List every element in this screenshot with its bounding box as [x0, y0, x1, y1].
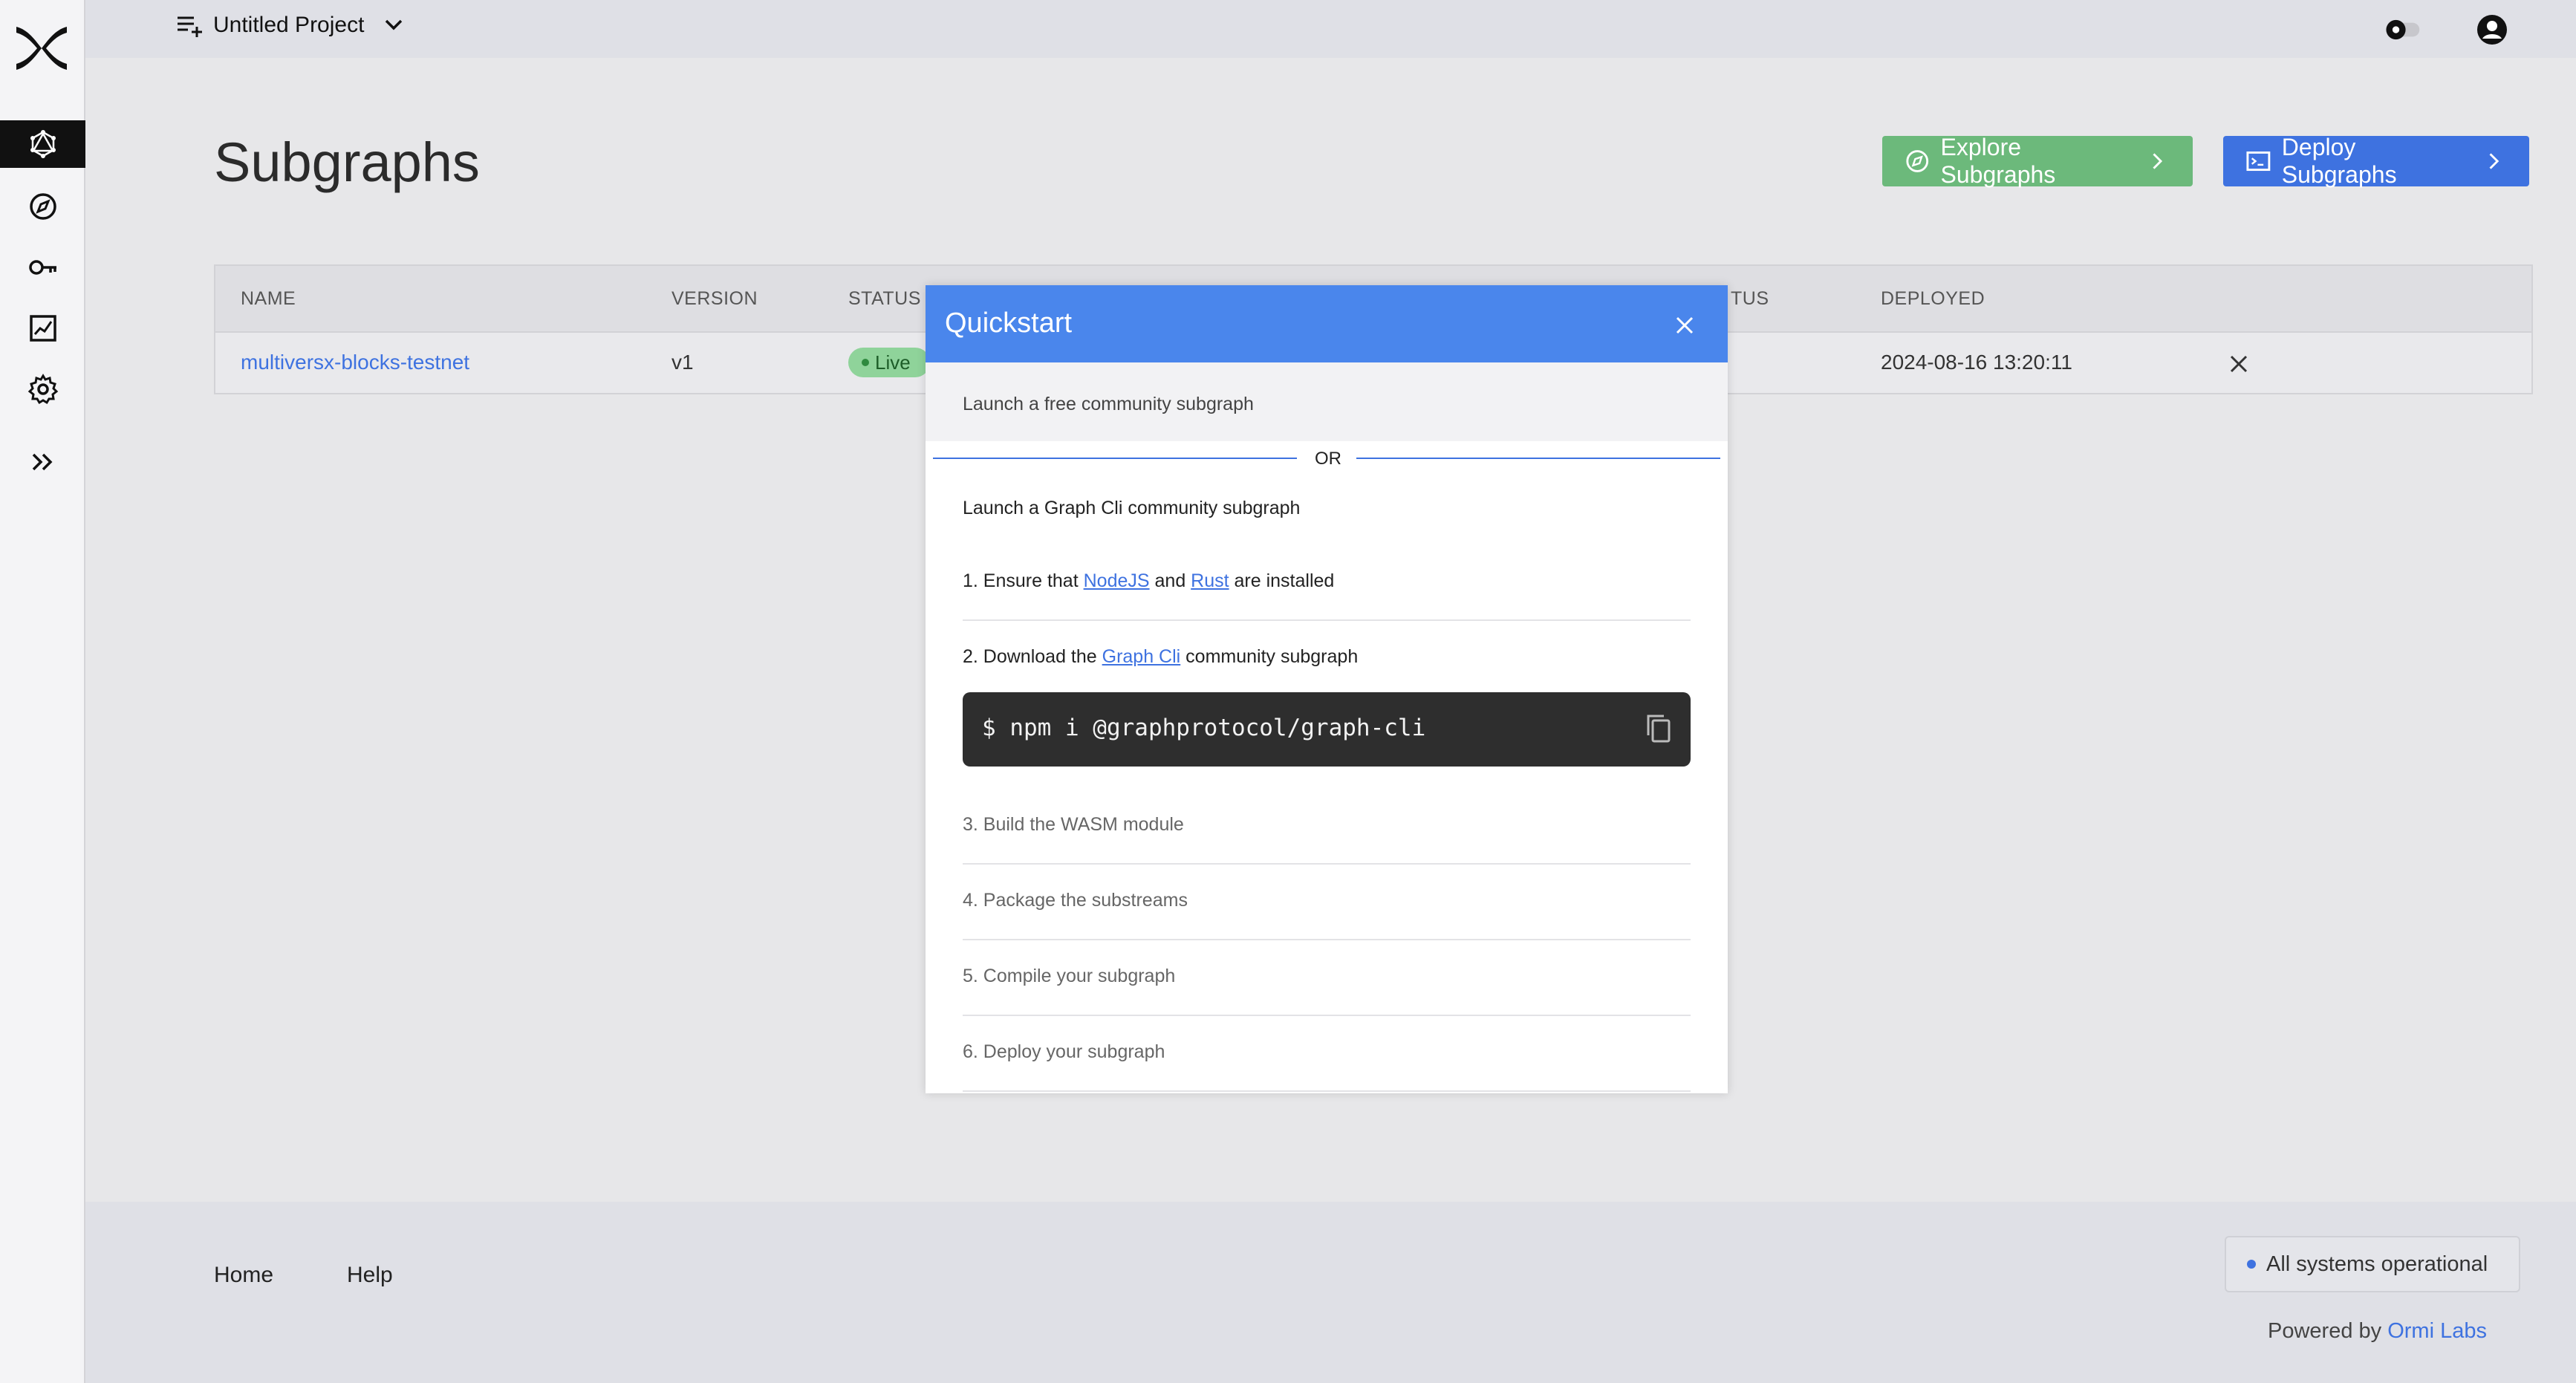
- copy-icon[interactable]: [1640, 710, 1677, 747]
- column-header-deployed: DEPLOYED: [1881, 288, 1985, 309]
- status-badge-label: Live: [875, 351, 911, 374]
- step-1-mid: and: [1149, 570, 1191, 591]
- powered-by-prefix: Powered by: [2268, 1319, 2388, 1343]
- chevron-right-icon: [2489, 153, 2499, 169]
- status-dot-icon: [862, 359, 869, 366]
- status-dot-icon: [2247, 1260, 2256, 1269]
- step-2-prefix: 2. Download the: [963, 646, 1102, 667]
- sidebar-expand-button[interactable]: [0, 438, 85, 486]
- divider-line-right: [1356, 458, 1720, 459]
- column-header-version: VERSION: [671, 288, 758, 309]
- or-divider: OR: [933, 444, 1720, 474]
- deployed-timestamp: 2024-08-16 13:20:11: [1881, 351, 2072, 374]
- compass-icon: [29, 193, 56, 220]
- step-1-prefix: 1. Ensure that: [963, 570, 1084, 591]
- or-text: OR: [1315, 449, 1341, 469]
- quickstart-modal: Quickstart Launch a free community subgr…: [926, 285, 1728, 1093]
- step-2: 2. Download the Graph Cli community subg…: [963, 646, 1691, 668]
- chevron-down-icon: [386, 19, 403, 30]
- sidebar-item-subgraphs[interactable]: [0, 120, 85, 168]
- step-divider: [963, 939, 1691, 940]
- chart-icon: [29, 315, 56, 342]
- brand-logo-icon[interactable]: [13, 22, 70, 74]
- command-code-block: $ npm i @graphprotocol/graph-cli: [963, 692, 1691, 767]
- account-circle-icon: [2477, 15, 2507, 45]
- column-header-name: NAME: [241, 288, 296, 309]
- sidebar-item-explore[interactable]: [0, 183, 85, 230]
- step-4[interactable]: 4. Package the substreams: [963, 890, 1691, 911]
- column-header-status: STATUS: [848, 288, 921, 309]
- status-badge: Live: [848, 348, 930, 377]
- explore-subgraphs-button[interactable]: Explore Subgraphs: [1882, 134, 2193, 188]
- delete-subgraph-icon[interactable]: [2221, 346, 2257, 382]
- sidebar-item-keys[interactable]: [0, 244, 85, 291]
- explore-subgraphs-label: Explore Subgraphs: [1940, 134, 2056, 188]
- subgraph-name-link[interactable]: multiversx-blocks-testnet: [241, 351, 469, 374]
- graph-cli-link[interactable]: Graph Cli: [1102, 646, 1181, 667]
- step-2-suffix: community subgraph: [1180, 646, 1359, 667]
- install-command: $ npm i @graphprotocol/graph-cli: [982, 715, 1426, 741]
- double-chevron-right-icon: [32, 453, 52, 471]
- modal-title: Quickstart: [945, 307, 1073, 339]
- free-subgraph-text: Launch a free community subgraph: [963, 394, 1254, 414]
- free-subgraph-option[interactable]: Launch a free community subgraph: [926, 362, 1728, 441]
- sidebar: [0, 0, 85, 1383]
- powered-by: Powered by Ormi Labs: [2268, 1319, 2487, 1344]
- nodejs-link[interactable]: NodeJS: [1084, 570, 1150, 591]
- divider-line-left: [933, 458, 1297, 459]
- step-6[interactable]: 6. Deploy your subgraph: [963, 1041, 1691, 1063]
- ormi-labs-link[interactable]: Ormi Labs: [2387, 1319, 2487, 1343]
- step-divider: [963, 863, 1691, 865]
- gear-icon: [27, 374, 58, 405]
- footer-home-link[interactable]: Home: [214, 1263, 273, 1288]
- step-1-suffix: are installed: [1229, 570, 1335, 591]
- close-icon[interactable]: [1671, 312, 1698, 339]
- footer-help-link[interactable]: Help: [347, 1263, 393, 1288]
- rust-link[interactable]: Rust: [1191, 570, 1229, 591]
- column-header-sync-status: TUS: [1731, 288, 1769, 309]
- step-1: 1. Ensure that NodeJS and Rust are insta…: [963, 570, 1691, 592]
- footer: Home Help All systems operational Powere…: [85, 1202, 2576, 1383]
- deploy-subgraphs-label: Deploy Subgraphs: [2281, 134, 2397, 188]
- compass-icon: [1906, 150, 1929, 172]
- step-3[interactable]: 3. Build the WASM module: [963, 814, 1691, 836]
- user-menu[interactable]: [2471, 9, 2513, 51]
- page-title: Subgraphs: [214, 131, 480, 193]
- deploy-subgraphs-button[interactable]: Deploy Subgraphs: [2223, 134, 2529, 188]
- sidebar-item-analytics[interactable]: [0, 305, 85, 352]
- modal-header: Quickstart: [926, 285, 1728, 362]
- terminal-icon: [2246, 151, 2271, 172]
- sidebar-item-settings[interactable]: [0, 365, 85, 413]
- topbar: Untitled Project: [85, 0, 2576, 58]
- chevron-right-icon: [2153, 153, 2163, 169]
- playlist-add-icon: [178, 16, 202, 37]
- graph-icon: [30, 130, 56, 158]
- subgraph-version: v1: [671, 351, 694, 374]
- theme-toggle[interactable]: [2381, 9, 2422, 51]
- project-selector[interactable]: Untitled Project: [175, 10, 409, 40]
- cli-section-title: Launch a Graph Cli community subgraph: [963, 498, 1301, 518]
- key-icon: [28, 260, 56, 275]
- system-status-text: All systems operational: [2266, 1252, 2488, 1276]
- step-divider: [963, 619, 1691, 621]
- step-divider: [963, 1015, 1691, 1016]
- project-name: Untitled Project: [213, 13, 365, 37]
- system-status-badge[interactable]: All systems operational: [2225, 1236, 2520, 1292]
- step-5[interactable]: 5. Compile your subgraph: [963, 966, 1691, 987]
- step-divider: [963, 1090, 1691, 1092]
- theme-toggle-icon: [2386, 19, 2420, 40]
